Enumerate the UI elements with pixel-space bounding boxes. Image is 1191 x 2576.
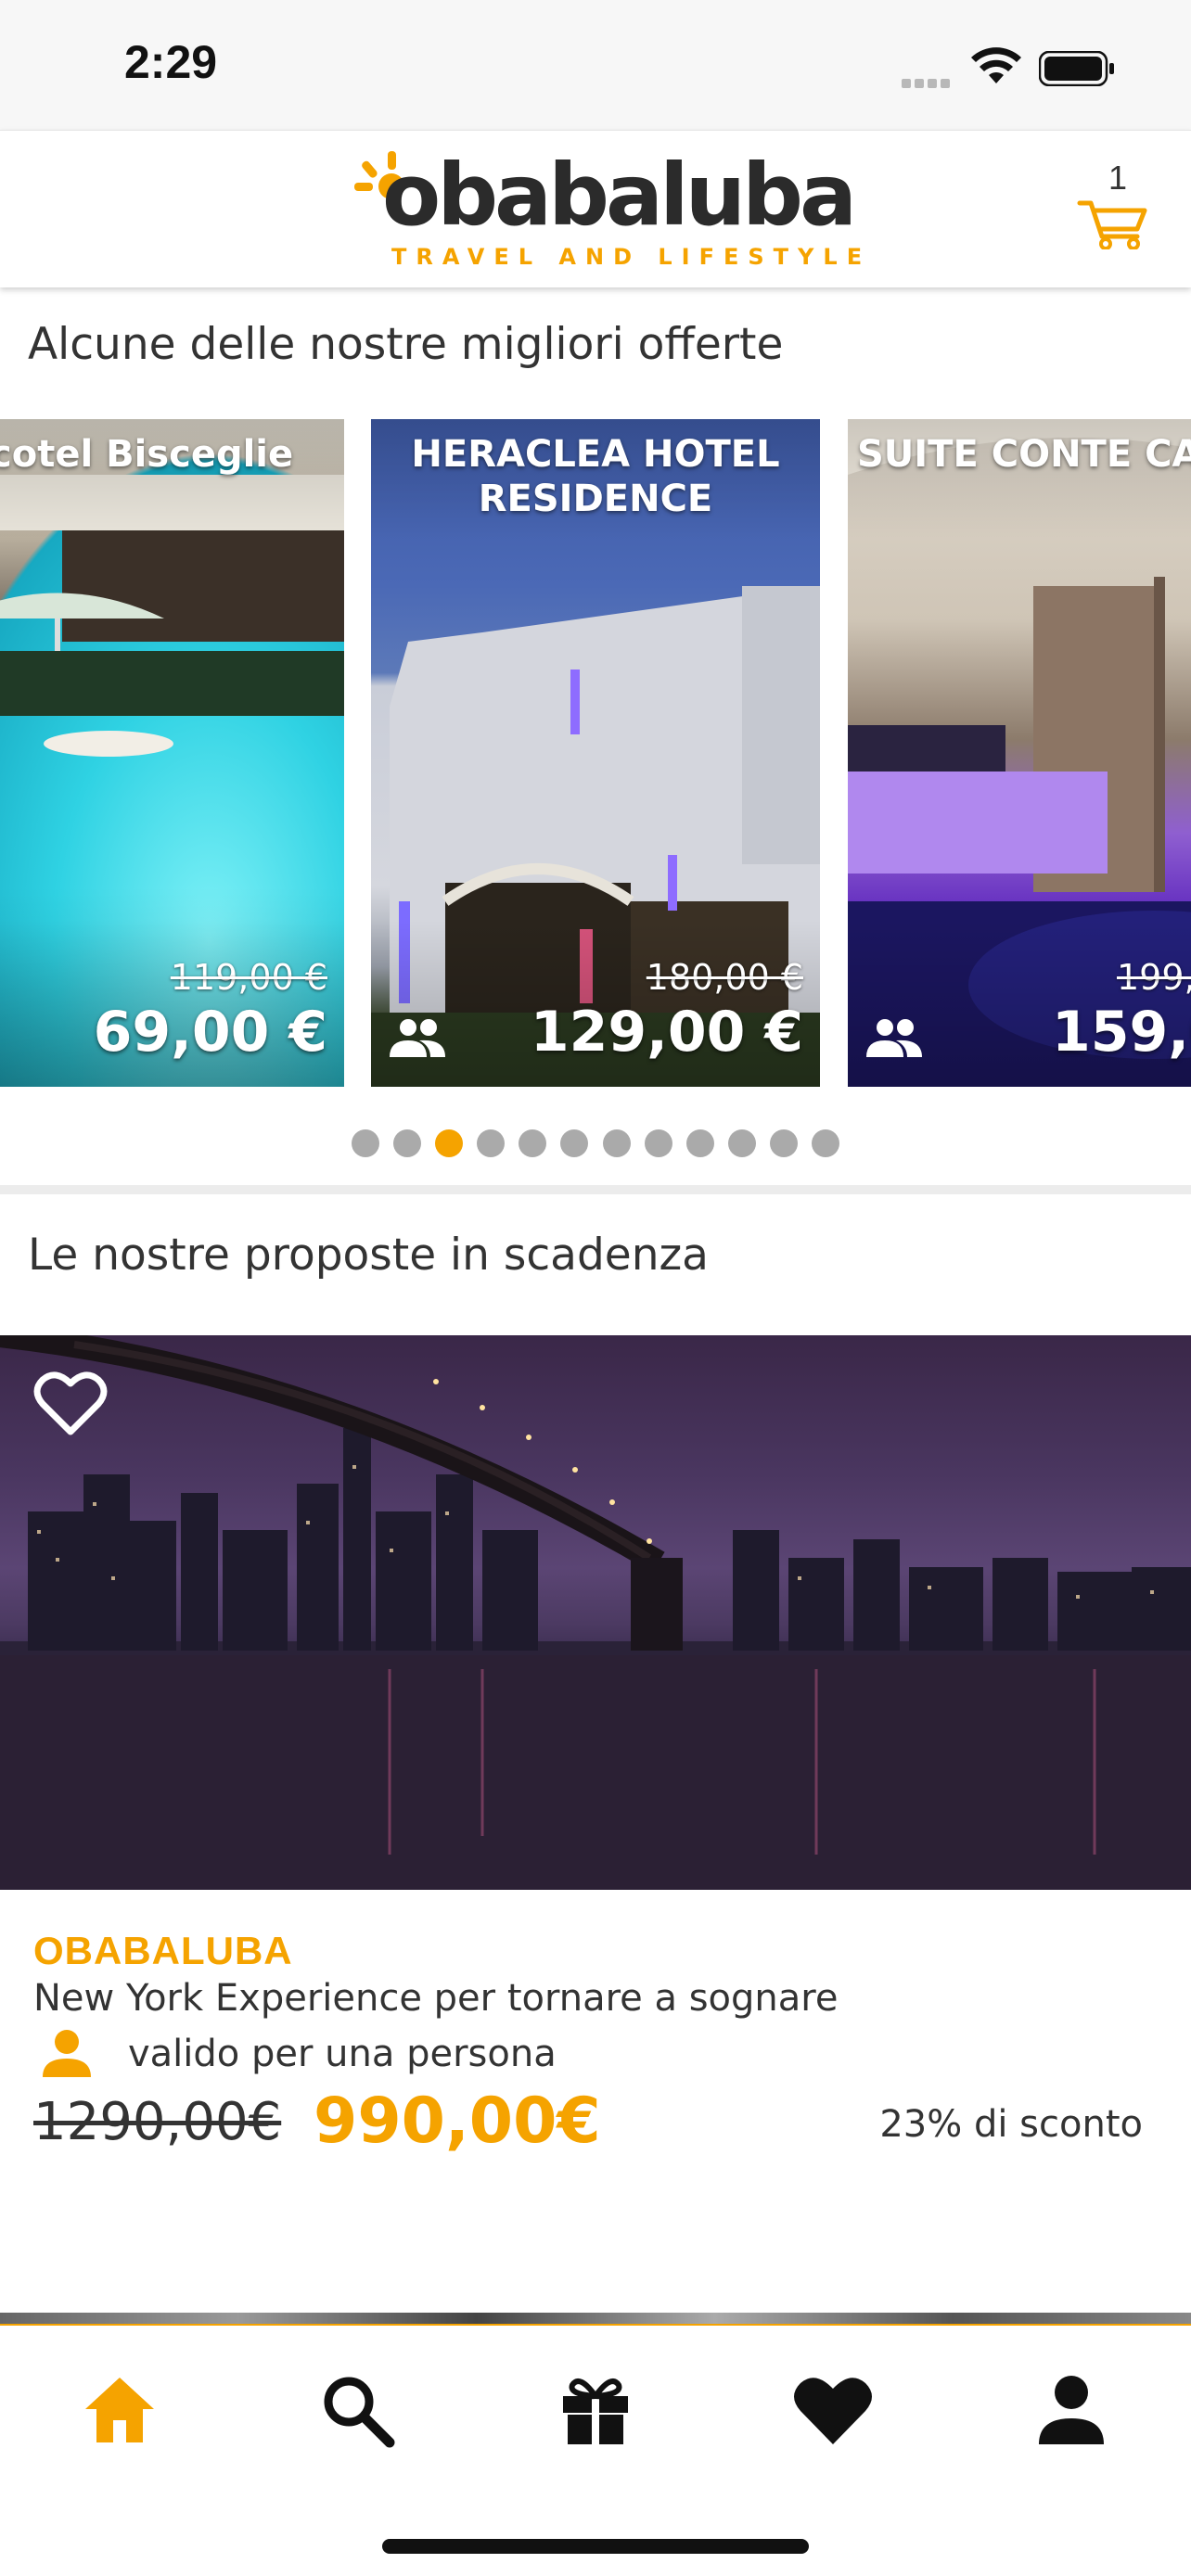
search-icon: [324, 2377, 395, 2448]
person-icon: [1039, 2376, 1104, 2444]
app-header: obabaluba TRAVEL AND LIFESTYLE 1: [0, 130, 1191, 287]
deal-image[interactable]: [0, 1335, 1191, 1890]
offer-card[interactable]: Nicotel Bisceglie 119,00 € 69,00 €: [0, 419, 344, 1087]
people-icon: [390, 1019, 445, 1057]
offer-card-old-price: 119,00 €: [170, 957, 327, 998]
carousel-dot[interactable]: [769, 1129, 798, 1157]
home-icon: [85, 2378, 154, 2442]
offer-card-title: HERACLEA HOTEL RESIDENCE: [411, 433, 780, 520]
logo-tagline: TRAVEL AND LIFESTYLE: [391, 244, 872, 270]
tab-gift[interactable]: [554, 2368, 637, 2452]
status-bar: 2:29: [0, 0, 1191, 130]
carousel-dot[interactable]: [685, 1129, 714, 1157]
carousel-dot[interactable]: [393, 1129, 422, 1157]
offer-card-price: 129,00 €: [530, 1000, 803, 1065]
tab-home[interactable]: [78, 2368, 161, 2452]
carousel-dot[interactable]: [644, 1129, 672, 1157]
favorite-heart-icon[interactable]: [33, 1369, 108, 1437]
deal-old-price: 1290,00€: [33, 2092, 282, 2152]
deal-validity: valido per una persona: [128, 2033, 557, 2075]
deal-brand: OBABALUBA: [33, 1929, 293, 1972]
offer-card-price: 69,00 €: [93, 1000, 327, 1065]
shopping-cart-icon[interactable]: [1076, 166, 1150, 249]
logo-wordmark: obabaluba: [382, 146, 857, 245]
heart-icon: [794, 2378, 872, 2444]
tab-search[interactable]: [315, 2368, 399, 2452]
gift-icon: [563, 2378, 628, 2444]
offer-card-price: 159,00 €: [1052, 1000, 1191, 1065]
battery-icon: [1039, 51, 1114, 86]
offer-card-old-price: 199,00 €: [1117, 957, 1191, 998]
wifi-icon: [971, 47, 1021, 83]
carousel-dot[interactable]: [351, 1129, 379, 1157]
next-deal-image-peek: [0, 2313, 1191, 2324]
tab-favorites[interactable]: [791, 2368, 875, 2452]
carousel-dot[interactable]: [477, 1129, 506, 1157]
offer-card-title: Nicotel Bisceglie: [0, 433, 294, 476]
offer-card-title: SUITE CONTE CAVOUR: [857, 433, 1191, 476]
home-indicator: [382, 2539, 809, 2554]
new-york-skyline-image: [0, 1335, 1191, 1890]
expiring-offers-title: Le nostre proposte in scadenza: [28, 1230, 709, 1281]
tab-profile[interactable]: [1030, 2368, 1113, 2452]
best-offers-title: Alcune delle nostre migliori offerte: [28, 319, 784, 370]
deal-price: 990,00€: [314, 2085, 601, 2158]
carousel-pagination[interactable]: [0, 1129, 1191, 1161]
section-divider: [0, 1185, 1191, 1194]
carousel-dot[interactable]: [727, 1129, 756, 1157]
carousel-dot[interactable]: [812, 1129, 840, 1157]
status-time: 2:29: [124, 36, 218, 88]
carousel-dot[interactable]: [602, 1129, 631, 1157]
deal-description[interactable]: New York Experience per tornare a sognar…: [33, 1977, 838, 2020]
people-icon: [866, 1019, 922, 1057]
offers-carousel[interactable]: Nicotel Bisceglie 119,00 € 69,00 € HERAC…: [0, 419, 1191, 1087]
cellular-signal-icon: [902, 74, 954, 92]
offer-card[interactable]: HERACLEA HOTEL RESIDENCE 180,00 € 129,00…: [371, 419, 820, 1087]
offer-card-old-price: 180,00 €: [646, 957, 803, 998]
person-icon: [43, 2030, 91, 2077]
obabaluba-logo[interactable]: obabaluba TRAVEL AND LIFESTYLE: [354, 149, 862, 270]
offer-card[interactable]: SUITE CONTE CAVOUR 199,00 € 159,00 €: [848, 419, 1191, 1087]
carousel-dot[interactable]: [560, 1129, 589, 1157]
carousel-dot-active[interactable]: [435, 1129, 464, 1157]
carousel-dot[interactable]: [519, 1129, 547, 1157]
deal-discount: 23% di sconto: [879, 2103, 1143, 2146]
